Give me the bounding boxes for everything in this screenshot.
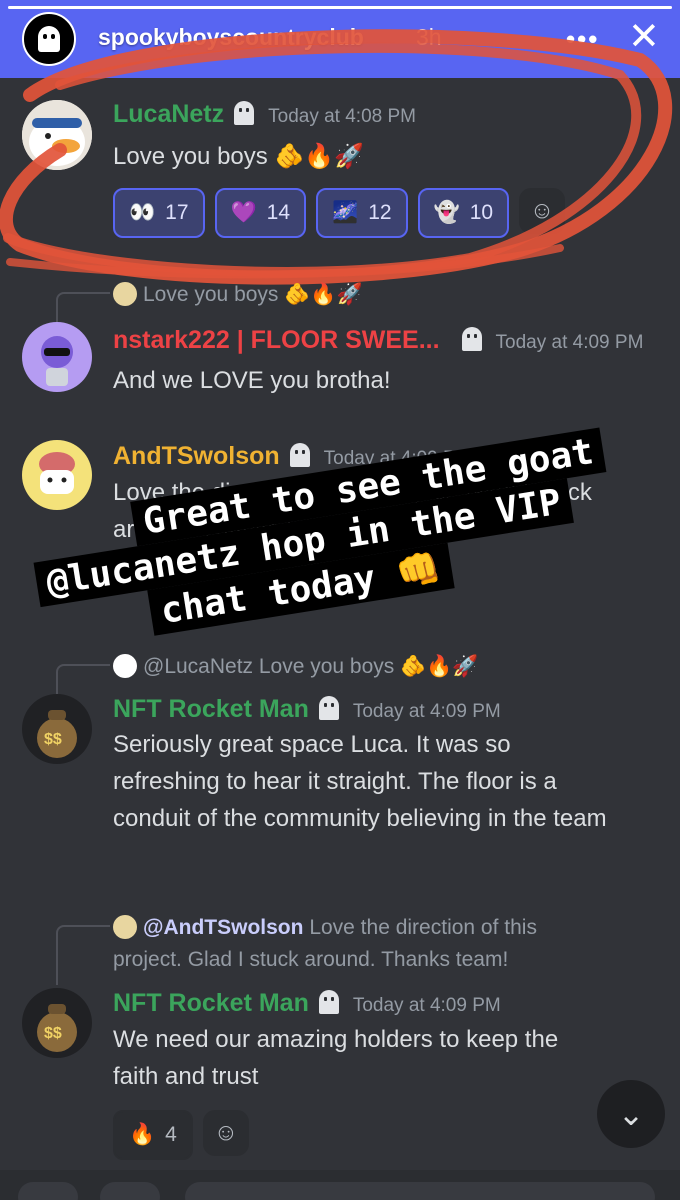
ghost-badge-icon — [234, 101, 255, 125]
ghost-icon: 👻 — [433, 201, 460, 224]
message-timestamp: Today at 4:09 PM — [495, 332, 644, 353]
avatar[interactable]: $$ — [22, 988, 92, 1058]
purple-heart-icon: 💜 — [230, 201, 257, 224]
story-progress-bar — [8, 6, 672, 9]
reaction-fire[interactable]: 🔥 4 — [113, 1110, 193, 1160]
robot-avatar-icon — [22, 322, 92, 392]
reply-preview[interactable]: Love you boys 🫵🔥🚀 — [113, 282, 363, 307]
story-header: spookyboyscountryclub 3h ••• ✕ — [0, 10, 680, 70]
message-timestamp: Today at 4:09 PM — [352, 701, 501, 722]
galaxy-icon: 🌌 — [332, 201, 359, 224]
story-frame: spookyboyscountryclub 3h ••• ✕ LucaNetz T… — [0, 0, 680, 1200]
reply-connector — [56, 292, 110, 322]
reaction-count: 10 — [469, 201, 494, 224]
author-name[interactable]: AndTSwolson — [113, 442, 280, 470]
ghost-icon — [38, 26, 60, 52]
message-timestamp: Today at 4:08 PM — [268, 106, 417, 127]
svg-text:$$: $$ — [44, 1025, 62, 1042]
reaction-bar: 🔥 4 ☺ — [113, 1110, 249, 1160]
story-progress-fill — [8, 6, 672, 9]
story-age: 3h — [416, 24, 442, 50]
mini-avatar — [113, 915, 137, 939]
ghost-badge-icon — [289, 443, 310, 467]
close-icon[interactable]: ✕ — [628, 18, 660, 56]
reaction-bar: 👀 17 💜 14 🌌 12 👻 10 ☺ — [113, 188, 566, 238]
message-text: Seriously great space Luca. It was so re… — [113, 731, 607, 832]
money-bag-avatar-icon: $$ — [22, 988, 92, 1058]
story-account-name[interactable]: spookyboyscountryclub — [98, 24, 364, 51]
more-options-icon[interactable]: ••• — [566, 24, 599, 55]
eyes-icon: 👀 — [129, 201, 156, 224]
message-text: We need our amazing holders to keep the … — [113, 1026, 559, 1090]
message-text: Love you boys 🫵🔥🚀 — [113, 143, 365, 170]
author-name[interactable]: nstark222 | FLOOR SWEE... — [113, 326, 440, 354]
reaction-galaxy[interactable]: 🌌 12 — [316, 188, 408, 238]
mini-avatar — [113, 282, 137, 306]
reaction-count: 14 — [266, 201, 291, 224]
story-account-avatar[interactable] — [22, 12, 76, 66]
avatar[interactable] — [22, 322, 92, 392]
message-timestamp: Today at 4:09 PM — [352, 995, 501, 1016]
reaction-count: 4 — [165, 1123, 177, 1146]
svg-text:$$: $$ — [44, 731, 62, 748]
message-text: And we LOVE you brotha! — [113, 367, 391, 394]
reaction-eyes[interactable]: 👀 17 — [113, 188, 205, 238]
toolbar-button[interactable] — [100, 1182, 160, 1200]
author-name[interactable]: NFT Rocket Man — [113, 989, 309, 1017]
reply-preview[interactable]: @AndTSwolson Love the direction of this … — [113, 912, 593, 976]
ghost-badge-icon — [318, 696, 339, 720]
fire-icon: 🔥 — [129, 1123, 156, 1146]
add-reaction-icon[interactable]: ☺ — [519, 188, 566, 234]
reaction-purple-heart[interactable]: 💜 14 — [214, 188, 307, 238]
duck-avatar-icon — [22, 100, 92, 170]
reply-text: Love you boys 🫵🔥🚀 — [143, 283, 363, 306]
reaction-count: 17 — [165, 201, 189, 224]
message-author[interactable]: LucaNetz Today at 4:08 PM — [113, 100, 416, 129]
ghost-badge-icon — [318, 990, 339, 1014]
avatar[interactable] — [22, 440, 92, 510]
character-avatar-icon — [22, 440, 92, 510]
reply-mention[interactable]: @AndTSwolson — [143, 916, 303, 939]
message-author[interactable]: nstark222 | FLOOR SWEE... Today at 4:09 P… — [113, 326, 643, 355]
reaction-count: 12 — [368, 201, 392, 224]
scroll-to-bottom-button[interactable]: ⌄ — [597, 1080, 665, 1148]
add-reaction-icon[interactable]: ☺ — [202, 1110, 249, 1156]
avatar[interactable] — [22, 100, 92, 170]
reply-connector — [56, 925, 110, 985]
reaction-ghost[interactable]: 👻 10 — [417, 188, 510, 238]
toolbar-button[interactable] — [18, 1182, 78, 1200]
author-name[interactable]: LucaNetz — [113, 100, 224, 128]
message-author[interactable]: NFT Rocket Man Today at 4:09 PM — [113, 989, 501, 1018]
ghost-badge-icon — [461, 327, 482, 351]
message-input[interactable] — [185, 1182, 655, 1200]
bottom-toolbar — [0, 1170, 680, 1200]
